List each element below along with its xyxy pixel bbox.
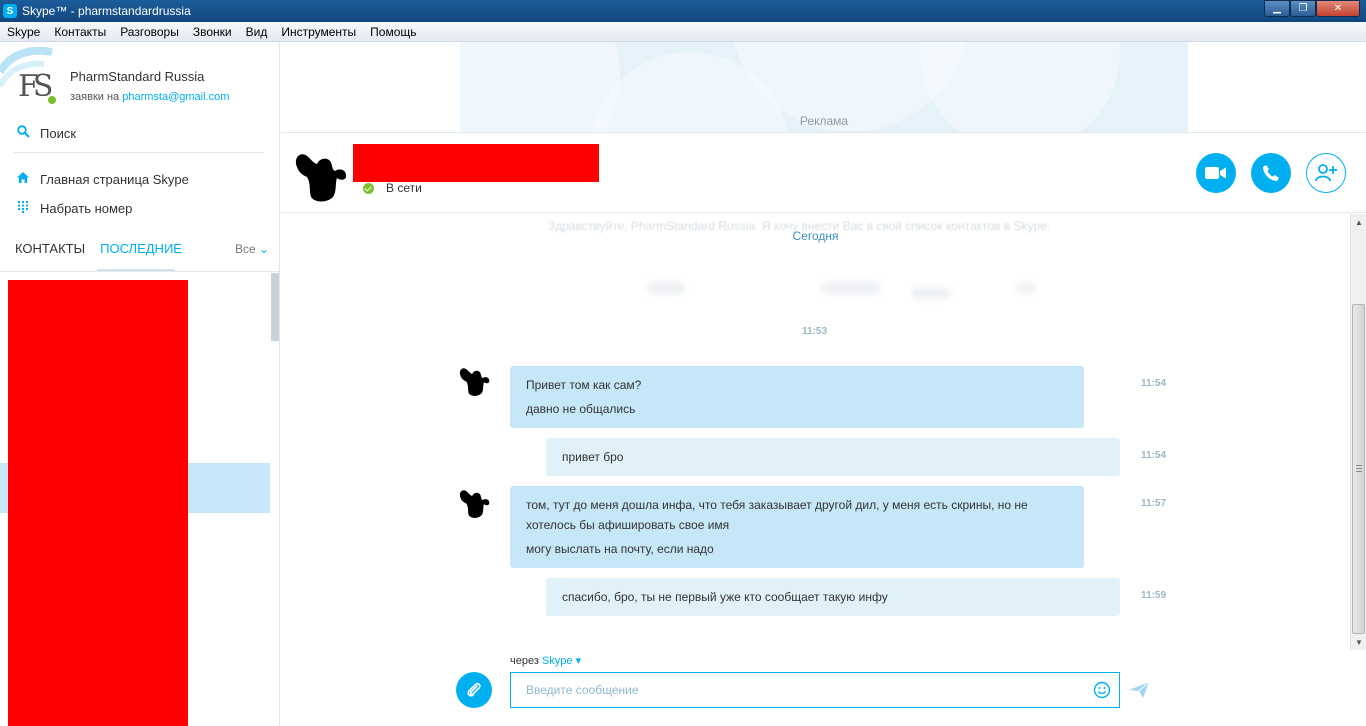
- home-icon: [16, 171, 30, 187]
- message-text: спасибо, бро, ты не первый уже кто сообщ…: [562, 590, 888, 604]
- scroll-up-icon[interactable]: ▲: [1351, 214, 1366, 230]
- window-controls: ▁ ❐ ✕: [1264, 0, 1360, 17]
- send-via-selector[interactable]: через Skype ▾: [510, 654, 581, 667]
- filter-label: Все: [235, 242, 256, 256]
- message-text: давно не общались: [526, 402, 636, 416]
- video-call-button[interactable]: [1196, 153, 1236, 193]
- message-time: 11:57: [1141, 498, 1167, 509]
- message-bubble-outgoing[interactable]: спасибо, бро, ты не первый уже кто сообщ…: [546, 578, 1120, 616]
- chevron-down-icon: ⌄: [259, 242, 270, 256]
- menu-calls[interactable]: Звонки: [186, 25, 239, 39]
- dialpad-icon: [16, 201, 30, 216]
- online-status-icon: [46, 94, 58, 106]
- via-prefix: через: [510, 655, 539, 667]
- bodybuilder-avatar-icon[interactable]: [457, 364, 491, 398]
- menu-skype[interactable]: Skype: [0, 25, 47, 39]
- profile-name: PharmStandard Russia: [70, 69, 205, 84]
- minimize-button[interactable]: ▁: [1264, 0, 1290, 17]
- caret-down-icon: ▾: [575, 655, 582, 667]
- dial-pad-label: Набрать номер: [40, 201, 133, 216]
- menu-help[interactable]: Помощь: [363, 25, 423, 39]
- search-label: Поиск: [40, 125, 77, 141]
- avatar[interactable]: FS: [18, 68, 58, 106]
- dial-pad-link[interactable]: Набрать номер: [16, 201, 132, 216]
- menu-view[interactable]: Вид: [239, 25, 275, 39]
- profile-mood: заявки на pharmsta@gmail.com: [70, 91, 229, 103]
- via-service: Skype: [541, 655, 573, 667]
- video-camera-icon: [1205, 167, 1226, 179]
- message-time: 11:54: [1141, 378, 1167, 389]
- contact-presence: В сети: [363, 181, 422, 195]
- presence-label: В сети: [386, 181, 422, 195]
- add-contact-button[interactable]: [1306, 153, 1346, 193]
- send-icon[interactable]: [1128, 680, 1150, 700]
- menu-tools[interactable]: Инструменты: [274, 25, 363, 39]
- online-status-icon: [363, 182, 374, 194]
- message-text: могу выслать на почту, если надо: [526, 542, 714, 556]
- mood-email-link[interactable]: pharmsta@gmail.com: [122, 91, 229, 103]
- skype-home-label: Главная страница Skype: [40, 171, 189, 187]
- ad-banner[interactable]: Реклама: [460, 42, 1188, 132]
- message-text: привет бро: [562, 450, 624, 464]
- bodybuilder-avatar-icon[interactable]: [291, 147, 349, 205]
- scroll-thumb[interactable]: [1352, 304, 1365, 634]
- recent-item-selected[interactable]: [0, 463, 8, 513]
- system-message-time: 11:53: [802, 326, 828, 337]
- divider: [0, 271, 279, 272]
- chat-history: Здравствуйте, PharmStandard Russia. Я хо…: [281, 214, 1350, 650]
- filter-dropdown[interactable]: Все ⌄: [235, 242, 269, 256]
- message-text: том, тут до меня дошла инфа, что тебя за…: [526, 498, 1028, 532]
- chat-scrollbar[interactable]: ▲ ▼: [1350, 214, 1366, 650]
- recent-item-selected[interactable]: [188, 463, 270, 513]
- phone-icon: [1263, 165, 1279, 181]
- search-icon: [16, 125, 30, 141]
- day-separator: Сегодня: [792, 229, 839, 243]
- maximize-button[interactable]: ❐: [1290, 0, 1316, 17]
- skype-logo-icon: S: [3, 4, 17, 18]
- redacted-recent-list: [8, 280, 188, 726]
- profile-card[interactable]: FS PharmStandard Russia заявки на pharms…: [18, 68, 229, 106]
- paperclip-icon: [467, 682, 481, 697]
- ad-label: Реклама: [799, 114, 849, 128]
- sidebar: FS PharmStandard Russia заявки на pharms…: [0, 42, 280, 726]
- message-bubble-incoming[interactable]: Привет том как сам? давно не общались: [510, 366, 1084, 428]
- message-bubble-incoming[interactable]: том, тут до меня дошла инфа, что тебя за…: [510, 486, 1084, 568]
- message-input[interactable]: [526, 683, 1086, 697]
- close-button[interactable]: ✕: [1316, 0, 1360, 17]
- conversation-header: В сети: [281, 133, 1366, 213]
- bodybuilder-avatar-icon[interactable]: [457, 486, 491, 520]
- menu-conversations[interactable]: Разговоры: [113, 25, 186, 39]
- menu-bar: Skype Контакты Разговоры Звонки Вид Инст…: [0, 22, 1366, 42]
- contacts-tabs: КОНТАКТЫ ПОСЛЕДНИЕ: [15, 241, 197, 256]
- sidebar-scrollbar[interactable]: [271, 273, 279, 341]
- menu-contacts[interactable]: Контакты: [47, 25, 113, 39]
- emoticon-icon[interactable]: [1093, 681, 1111, 699]
- attach-button[interactable]: [456, 672, 492, 708]
- window-title-bar: S Skype™ - pharmstandardrussia ▁ ❐ ✕: [0, 0, 1366, 22]
- scroll-down-icon[interactable]: ▼: [1351, 634, 1366, 650]
- message-time: 11:59: [1141, 590, 1167, 601]
- message-bubble-outgoing[interactable]: привет бро: [546, 438, 1120, 476]
- message-text: Привет том как сам?: [526, 378, 642, 392]
- tab-contacts[interactable]: КОНТАКТЫ: [15, 241, 85, 256]
- window-title: Skype™ - pharmstandardrussia: [22, 4, 191, 18]
- voice-call-button[interactable]: [1251, 153, 1291, 193]
- divider: [14, 152, 264, 153]
- message-time: 11:54: [1141, 450, 1167, 461]
- add-person-icon: [1315, 164, 1337, 182]
- search-button[interactable]: Поиск: [16, 125, 76, 141]
- redacted-contact-name: [353, 144, 599, 182]
- tab-recent[interactable]: ПОСЛЕДНИЕ: [100, 241, 182, 256]
- message-compose-box: [510, 672, 1120, 708]
- mood-prefix: заявки на: [70, 91, 120, 103]
- skype-home-link[interactable]: Главная страница Skype: [16, 171, 189, 187]
